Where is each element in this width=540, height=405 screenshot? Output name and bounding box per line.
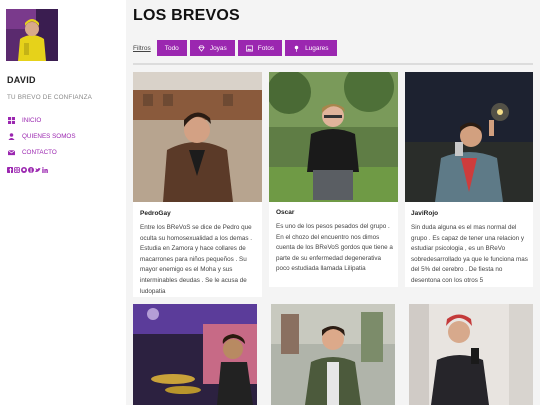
pin-icon xyxy=(294,45,299,52)
user-icon xyxy=(7,132,16,141)
site-name: DAVID xyxy=(7,75,36,85)
nav-item-inicio[interactable]: INICIO xyxy=(7,112,76,128)
gallery-card[interactable] xyxy=(271,304,395,405)
card-name: JaviRojo xyxy=(411,210,439,217)
filter-label: Joyas xyxy=(209,44,227,52)
card-photo[interactable] xyxy=(405,72,533,202)
filter-button-todo[interactable]: Todo xyxy=(156,40,187,56)
avatar[interactable] xyxy=(6,9,58,61)
card-photo[interactable] xyxy=(133,304,257,405)
nav-label: INICIO xyxy=(22,116,42,124)
card-text: Entre los BReVoS se dice de Pedro que oc… xyxy=(140,224,253,295)
filters-label: Filtros xyxy=(133,44,151,52)
twitter-icon[interactable] xyxy=(35,166,41,173)
card-photo[interactable] xyxy=(133,72,262,202)
instagram-icon[interactable] xyxy=(14,166,20,173)
divider xyxy=(133,63,533,65)
filter-label: Todo xyxy=(164,44,179,52)
gallery-card[interactable]: Oscar Es uno de los pesos pesados del gr… xyxy=(269,72,398,287)
filter-label: Fotos xyxy=(257,44,275,52)
card-name: Oscar xyxy=(276,209,295,216)
sidebar: DAVID TU BREVO DE CONFIANZA INICIO QUIEN… xyxy=(0,0,126,405)
card-photo[interactable] xyxy=(409,304,533,405)
card-text: Sin duda alguna es el mas normal del gru… xyxy=(411,224,528,284)
gallery-card[interactable]: PedroGay Entre los BReVoS se dice de Ped… xyxy=(133,72,262,297)
social-links xyxy=(7,166,48,173)
site-tagline: TU BREVO DE CONFIANZA xyxy=(7,94,93,101)
grid-icon xyxy=(7,116,16,125)
card-text: Es uno de los pesos pesados del grupo . … xyxy=(276,223,393,273)
filter-label: Lugares xyxy=(305,44,329,52)
envelope-icon xyxy=(7,148,16,157)
sidebar-nav: INICIO QUIENES SOMOS CONTACTO xyxy=(7,112,76,160)
card-photo[interactable] xyxy=(269,72,398,202)
nav-label: CONTACTO xyxy=(22,148,57,156)
filters-bar: Filtros Todo Joyas Fotos Lugares xyxy=(133,40,340,56)
page-title: LOS BREVOS xyxy=(133,7,240,24)
github-icon[interactable] xyxy=(21,166,27,173)
diamond-icon xyxy=(198,45,205,52)
filter-button-fotos[interactable]: Fotos xyxy=(237,40,283,56)
card-name: PedroGay xyxy=(140,210,171,217)
image-icon xyxy=(245,45,253,51)
gallery-card[interactable] xyxy=(409,304,533,405)
pinterest-icon[interactable] xyxy=(28,166,34,173)
linkedin-icon[interactable] xyxy=(42,166,48,173)
nav-label: QUIENES SOMOS xyxy=(22,132,76,140)
nav-item-quienes-somos[interactable]: QUIENES SOMOS xyxy=(7,128,76,144)
filter-button-joyas[interactable]: Joyas xyxy=(189,40,235,56)
facebook-icon[interactable] xyxy=(7,166,13,173)
gallery-card[interactable]: JaviRojo Sin duda alguna es el mas norma… xyxy=(405,72,533,287)
nav-item-contacto[interactable]: CONTACTO xyxy=(7,144,76,160)
card-photo[interactable] xyxy=(271,304,395,405)
filter-button-lugares[interactable]: Lugares xyxy=(285,40,337,56)
gallery-card[interactable] xyxy=(133,304,257,405)
